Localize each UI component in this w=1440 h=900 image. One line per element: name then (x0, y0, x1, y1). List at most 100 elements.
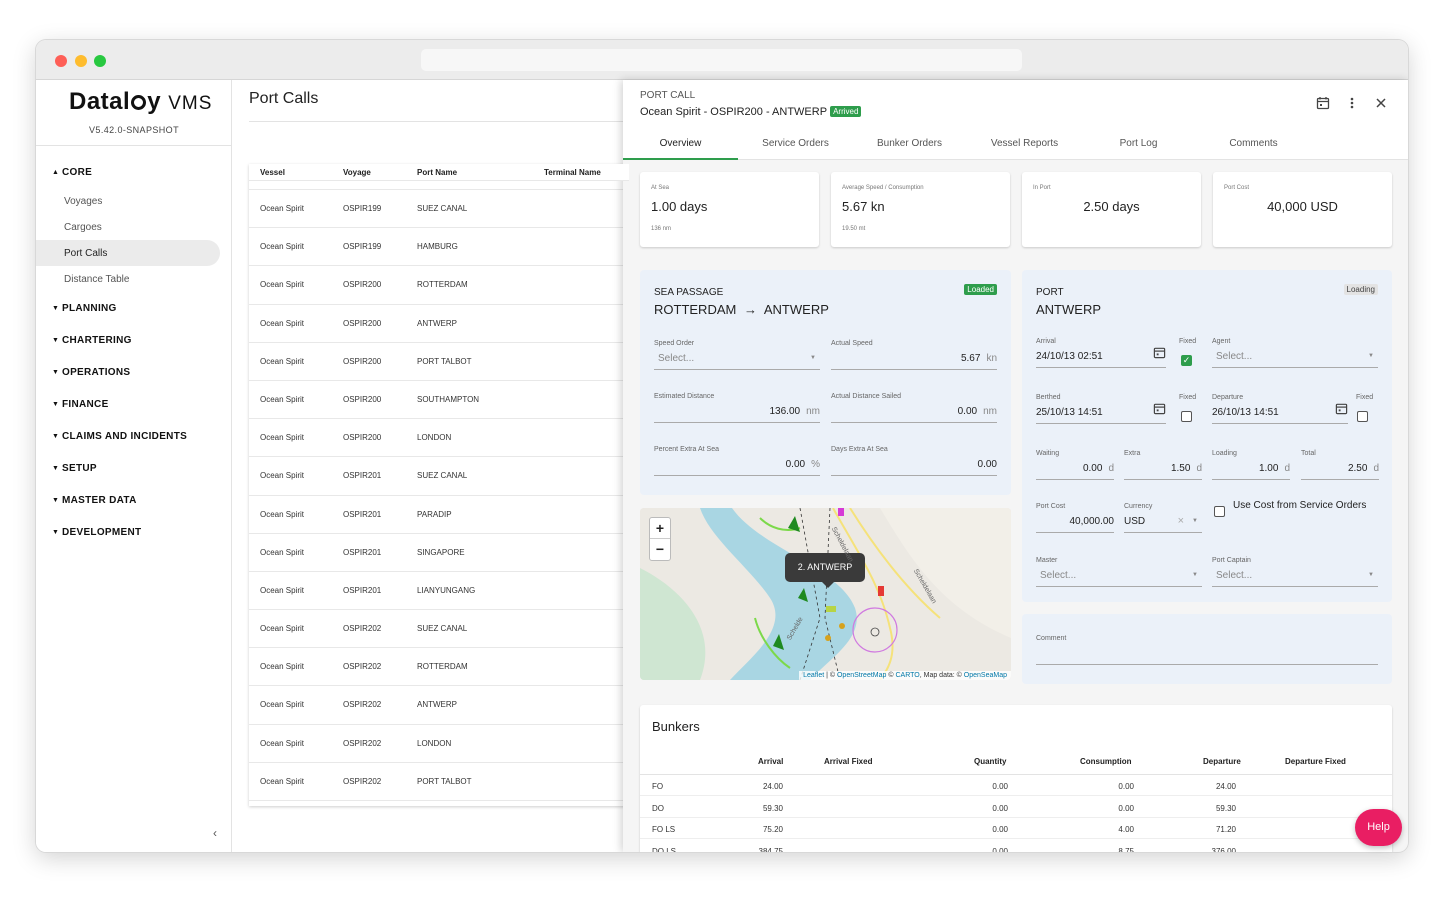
calendar-icon[interactable] (1153, 346, 1166, 364)
calendar-icon[interactable] (1335, 402, 1348, 420)
menu-section-claims[interactable]: ▼ CLAIMS AND INCIDENTS (36, 420, 232, 452)
table-row[interactable]: Ocean Spirit OSPIR200 ANTWERP (249, 305, 629, 343)
use-cost-checkbox[interactable] (1214, 506, 1225, 517)
days-extra-field[interactable]: Days Extra At Sea 0.00 (831, 446, 997, 476)
calendar-icon[interactable] (1153, 402, 1166, 420)
menu-item-voyages[interactable]: Voyages (36, 188, 232, 214)
table-row[interactable]: Ocean Spirit OSPIR202 ROTTERDAM (249, 648, 629, 687)
loading-field[interactable]: Loading 1.00 d (1212, 450, 1290, 480)
stat-card-at-sea: At Sea 1.00 days 136 nm (640, 172, 819, 247)
menu-item-cargoes[interactable]: Cargoes (36, 214, 232, 240)
menu-section-operations[interactable]: ▼ OPERATIONS (36, 356, 232, 388)
berthed-date-field[interactable]: Berthed 25/10/13 14:51 (1036, 394, 1166, 424)
table-row[interactable]: Ocean Spirit OSPIR202 LONDON (249, 725, 629, 763)
percent-extra-field[interactable]: Percent Extra At Sea 0.00% (654, 446, 820, 476)
currency-select[interactable]: Currency USD × ▼ (1124, 503, 1202, 533)
bunker-row[interactable]: FO 24.00 0.00 0.00 24.00 (640, 775, 1392, 796)
zoom-in-button[interactable]: + (650, 518, 670, 539)
more-vert-icon[interactable] (1345, 96, 1359, 113)
menu-item-distance-table[interactable]: Distance Table (36, 266, 232, 292)
close-icon[interactable] (1374, 96, 1388, 113)
port-name-cell: LONDON (417, 433, 452, 443)
agent-select[interactable]: Agent Select... ▼ (1212, 338, 1378, 368)
berthed-fixed-checkbox[interactable] (1181, 411, 1192, 422)
column-header-vessel[interactable]: Vessel (260, 168, 285, 177)
departure-date-field[interactable]: Departure 26/10/13 14:51 (1212, 394, 1348, 424)
waiting-field[interactable]: Waiting 0.00 d (1036, 450, 1114, 480)
vessel-cell: Ocean Spirit (260, 547, 305, 557)
column-header-arrival-fixed[interactable]: Arrival Fixed (824, 757, 872, 766)
table-row[interactable]: Ocean Spirit OSPIR201 SUEZ CANAL (249, 457, 629, 496)
clear-icon[interactable]: × (1178, 515, 1184, 527)
column-header-departure-fixed[interactable]: Departure Fixed (1285, 757, 1346, 766)
table-row[interactable]: Ocean Spirit OSPIR200 PORT TALBOT (249, 343, 629, 381)
table-row[interactable]: Ocean Spirit OSPIR201 LIANYUNGANG (249, 572, 629, 611)
maximize-window-button[interactable] (94, 55, 106, 67)
table-row[interactable]: Ocean Spirit OSPIR199 HAMBURG (249, 228, 629, 267)
tab-port-log[interactable]: Port Log (1081, 138, 1196, 149)
bunker-row[interactable]: DO LS 384.75 0.00 8.75 376.00 (640, 840, 1392, 853)
menu-section-finance[interactable]: ▼ FINANCE (36, 388, 232, 420)
tab-overview[interactable]: Overview (623, 138, 738, 149)
calendar-icon[interactable] (1316, 96, 1330, 113)
table-header: Vessel Voyage Port Name Terminal Name (249, 164, 629, 181)
tab-bunker-orders[interactable]: Bunker Orders (852, 138, 967, 149)
table-row[interactable]: Ocean Spirit OSPIR201 SINGAPORE (249, 534, 629, 572)
carto-link[interactable]: CARTO (895, 672, 919, 679)
voyage-cell: OSPIR200 (343, 356, 382, 366)
table-row[interactable]: Ocean Spirit OSPIR199 SUEZ CANAL (249, 190, 629, 229)
tab-vessel-reports[interactable]: Vessel Reports (967, 138, 1082, 149)
tab-service-orders[interactable]: Service Orders (738, 138, 853, 149)
speed-order-select[interactable]: Speed Order Select... ▼ (654, 340, 820, 370)
arrival-date-field[interactable]: Arrival 24/10/13 02:51 (1036, 338, 1166, 368)
address-bar[interactable] (421, 49, 1022, 71)
departure-fixed-checkbox[interactable] (1357, 411, 1368, 422)
menu-item-port-calls[interactable]: Port Calls (36, 240, 220, 266)
close-window-button[interactable] (55, 55, 67, 67)
arrival-fixed-checkbox[interactable]: ✓ (1181, 355, 1192, 366)
column-header-departure[interactable]: Departure (1203, 757, 1241, 766)
actual-distance-field[interactable]: Actual Distance Sailed 0.00 nm (831, 393, 997, 423)
table-row[interactable]: Ocean Spirit OSPIR200 SOUTHAMPTON (249, 381, 629, 420)
column-header-port-name[interactable]: Port Name (417, 168, 457, 177)
table-row[interactable]: Ocean Spirit OSPIR200 ROTTERDAM (249, 266, 629, 305)
bunker-arrival-cell: 59.30 (762, 803, 783, 813)
comment-field[interactable]: Comment (1036, 635, 1378, 665)
menu-section-planning[interactable]: ▼ PLANNING (36, 292, 232, 324)
voyage-cell: OSPIR199 (343, 204, 382, 213)
osm-link[interactable]: OpenStreetMap (837, 672, 886, 679)
estimated-distance-field[interactable]: Estimated Distance 136.00 nm (654, 393, 820, 423)
column-header-voyage[interactable]: Voyage (343, 168, 371, 177)
menu-section-chartering[interactable]: ▼ CHARTERING (36, 324, 232, 356)
column-header-quantity[interactable]: Quantity (974, 757, 1006, 766)
actual-speed-field[interactable]: Actual Speed 5.67 kn (831, 340, 997, 370)
port-name-cell: SINGAPORE (417, 547, 465, 557)
route-map[interactable]: + − 2. ANTWERP Scheldelaan Scheldelaan S… (640, 508, 1011, 680)
menu-section-development[interactable]: ▼ DEVELOPMENT (36, 516, 232, 548)
port-cost-field[interactable]: Port Cost 40,000.00 (1036, 503, 1114, 533)
help-button[interactable]: Help (1355, 809, 1402, 846)
menu-section-setup[interactable]: ▼ SETUP (36, 452, 232, 484)
menu-section-core[interactable]: ▲ CORE (36, 156, 232, 188)
table-row[interactable]: Ocean Spirit OSPIR201 PARADIP (249, 496, 629, 534)
bunker-row[interactable]: DO 59.30 0.00 0.00 59.30 (640, 797, 1392, 818)
master-select[interactable]: Master Select... ▼ (1036, 557, 1202, 587)
column-header-terminal-name[interactable]: Terminal Name (544, 168, 601, 177)
menu-section-master-data[interactable]: ▼ MASTER DATA (36, 484, 232, 516)
openseamap-link[interactable]: OpenSeaMap (964, 672, 1007, 679)
table-row[interactable]: Ocean Spirit OSPIR202 ANTWERP (249, 686, 629, 725)
table-row[interactable]: Ocean Spirit OSPIR200 LONDON (249, 419, 629, 458)
chevron-left-icon[interactable]: ‹ (213, 826, 217, 840)
bunker-row[interactable]: FO LS 75.20 0.00 4.00 71.20 (640, 818, 1392, 839)
detail-header: PORT CALL Ocean Spirit - OSPIR200 - ANTW… (623, 80, 1408, 160)
tab-comments[interactable]: Comments (1196, 138, 1311, 149)
table-row[interactable]: Ocean Spirit OSPIR202 SUEZ CANAL (249, 610, 629, 649)
table-row[interactable]: Ocean Spirit OSPIR202 PORT TALBOT (249, 763, 629, 801)
minimize-window-button[interactable] (75, 55, 87, 67)
leaflet-link[interactable]: Leaflet (803, 672, 824, 679)
zoom-out-button[interactable]: − (650, 539, 670, 560)
extra-field[interactable]: Extra 1.50 d (1124, 450, 1202, 480)
port-captain-select[interactable]: Port Captain Select... ▼ (1212, 557, 1378, 587)
column-header-consumption[interactable]: Consumption (1080, 757, 1132, 766)
column-header-arrival[interactable]: Arrival (758, 757, 783, 766)
